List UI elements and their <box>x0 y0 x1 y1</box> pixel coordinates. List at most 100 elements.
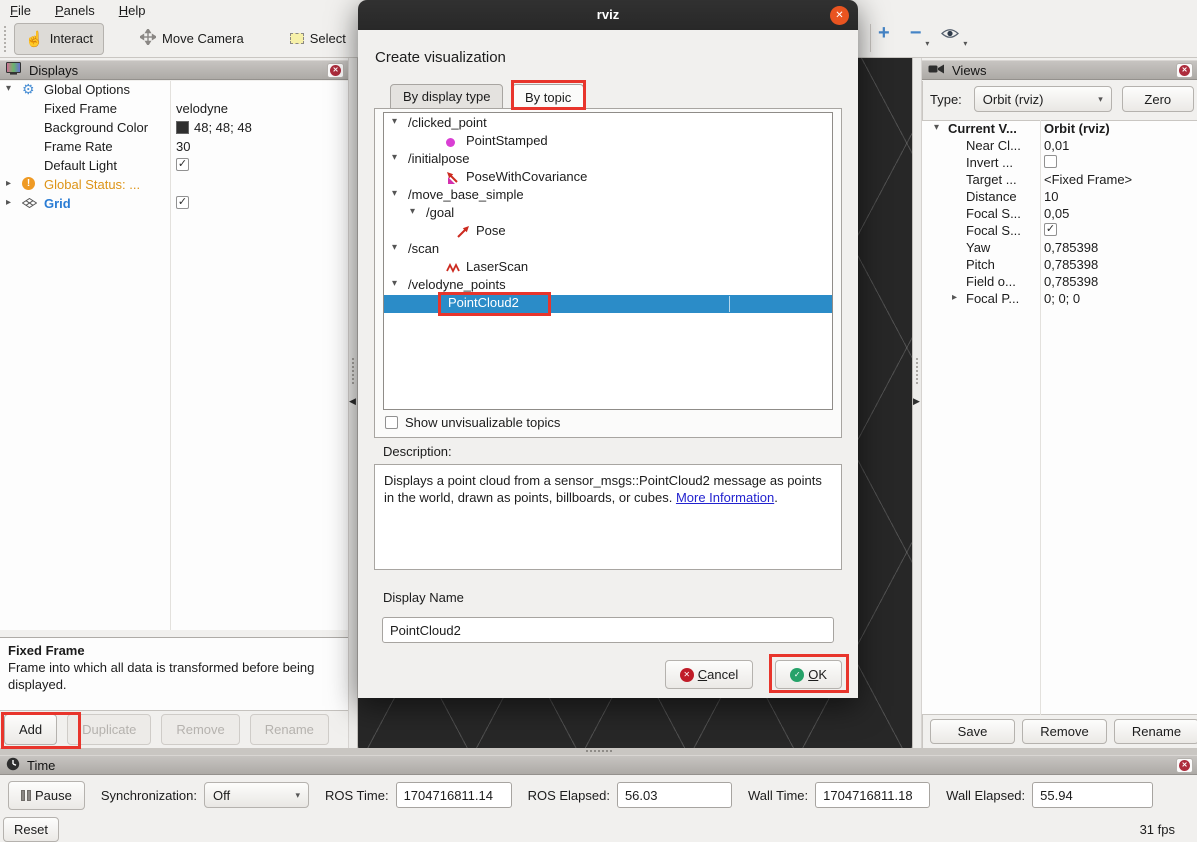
views-row-focal-p-[interactable]: ▸Focal P...0; 0; 0 <box>922 291 1197 308</box>
property-value[interactable]: <Fixed Frame> <box>1044 172 1132 187</box>
displays-row-default-light[interactable]: Default Light <box>0 157 348 176</box>
tab-by-topic[interactable]: By topic <box>512 84 584 110</box>
property-value[interactable]: 0,785398 <box>1044 257 1098 272</box>
views-row-invert-[interactable]: Invert ... <box>922 155 1197 172</box>
checkbox[interactable] <box>1044 223 1057 236</box>
property-value[interactable]: 30 <box>176 139 190 154</box>
remove-view-button[interactable]: Remove <box>1022 719 1107 744</box>
property-value[interactable] <box>1044 223 1057 236</box>
add-button[interactable]: Add <box>4 714 57 745</box>
views-row-current-v-[interactable]: ▾Current V...Orbit (rviz) <box>922 121 1197 138</box>
menu-help[interactable]: Help <box>119 3 146 18</box>
collapse-right-icon[interactable]: ▶ <box>913 396 920 407</box>
time-field-input[interactable]: 56.03 <box>617 782 732 808</box>
topic-row--move-base-simple[interactable]: ▾/move_base_simple <box>384 187 832 205</box>
sync-select[interactable]: Off ▾ <box>204 782 309 808</box>
expander-open-icon[interactable]: ▾ <box>392 152 397 163</box>
displays-row-background-color[interactable]: Background Color48; 48; 48 <box>0 119 348 138</box>
chevron-down-icon[interactable]: ▾ <box>963 39 967 48</box>
expander-closed-icon[interactable]: ▸ <box>6 178 11 189</box>
time-field-input[interactable]: 1704716811.14 <box>396 782 512 808</box>
dialog-close-button[interactable]: ✕ <box>830 6 849 25</box>
toolbar-eye-button[interactable]: ▾ <box>941 27 959 42</box>
topic-row--initialpose[interactable]: ▾/initialpose <box>384 151 832 169</box>
property-value[interactable]: 0,01 <box>1044 138 1069 153</box>
splitter-handle[interactable] <box>352 358 354 384</box>
expander-open-icon[interactable]: ▾ <box>392 188 397 199</box>
toolbar-drag-handle[interactable] <box>4 26 8 52</box>
property-value[interactable]: 10 <box>1044 189 1058 204</box>
displays-row-frame-rate[interactable]: Frame Rate30 <box>0 138 348 157</box>
views-row-yaw[interactable]: Yaw0,785398 <box>922 240 1197 257</box>
topic-row-laserscan[interactable]: LaserScan <box>384 259 832 277</box>
splitter-handle[interactable] <box>586 750 612 752</box>
displays-row-global-status-[interactable]: ▸!Global Status: ... <box>0 176 348 195</box>
toolbar-minus-button[interactable]: −▾ <box>910 26 922 42</box>
views-row-pitch[interactable]: Pitch0,785398 <box>922 257 1197 274</box>
views-row-near-cl-[interactable]: Near Cl...0,01 <box>922 138 1197 155</box>
property-value[interactable] <box>1044 155 1057 168</box>
expander-open-icon[interactable]: ▾ <box>6 83 11 94</box>
more-information-link[interactable]: More Information <box>676 490 774 505</box>
topic-row--clicked-point[interactable]: ▾/clicked_point <box>384 115 832 133</box>
chevron-down-icon[interactable]: ▾ <box>925 39 929 48</box>
property-value[interactable]: 0,05 <box>1044 206 1069 221</box>
displays-close-button[interactable]: ✕ <box>327 63 344 78</box>
topic-row-pointcloud2[interactable]: PointCloud2 <box>384 295 832 313</box>
time-field-input[interactable]: 55.94 <box>1032 782 1153 808</box>
views-row-focal-s-[interactable]: Focal S...0,05 <box>922 206 1197 223</box>
time-field-input[interactable]: 1704716811.18 <box>815 782 930 808</box>
views-row-target-[interactable]: Target ...<Fixed Frame> <box>922 172 1197 189</box>
property-value[interactable]: Orbit (rviz) <box>1044 121 1110 136</box>
property-value[interactable] <box>176 196 189 209</box>
topic-row-pose[interactable]: Pose <box>384 223 832 241</box>
displays-column-divider[interactable] <box>170 81 171 630</box>
views-close-button[interactable]: ✕ <box>1176 63 1193 78</box>
bottom-splitter[interactable] <box>0 748 1197 755</box>
pause-button[interactable]: Pause <box>8 781 85 810</box>
expander-open-icon[interactable]: ▾ <box>934 122 939 133</box>
views-row-distance[interactable]: Distance10 <box>922 189 1197 206</box>
displays-row-fixed-frame[interactable]: Fixed Framevelodyne <box>0 100 348 119</box>
expander-open-icon[interactable]: ▾ <box>392 278 397 289</box>
property-value[interactable]: 0; 0; 0 <box>1044 291 1080 306</box>
topic-row-pointstamped[interactable]: PointStamped <box>384 133 832 151</box>
expander-closed-icon[interactable]: ▸ <box>6 197 11 208</box>
topic-row--scan[interactable]: ▾/scan <box>384 241 832 259</box>
checkbox[interactable] <box>176 196 189 209</box>
tab-by-display-type[interactable]: By display type <box>390 84 503 109</box>
expander-open-icon[interactable]: ▾ <box>392 242 397 253</box>
topic-row--goal[interactable]: ▾/goal <box>384 205 832 223</box>
views-row-focal-s-[interactable]: Focal S... <box>922 223 1197 240</box>
dialog-titlebar[interactable]: rviz ✕ <box>358 0 858 30</box>
left-panel-splitter[interactable]: ◀ <box>348 58 358 748</box>
display-name-input[interactable]: PointCloud2 <box>382 617 834 643</box>
topic-row--velodyne-points[interactable]: ▾/velodyne_points <box>384 277 832 295</box>
tool-move-camera[interactable]: Move Camera <box>130 23 254 54</box>
rename-view-button[interactable]: Rename <box>1114 719 1197 744</box>
views-column-divider[interactable] <box>1040 120 1041 715</box>
displays-row-global-options[interactable]: ▾⚙Global Options <box>0 81 348 100</box>
cancel-button[interactable]: ✕Cancel <box>665 660 753 689</box>
displays-row-grid[interactable]: ▸Grid <box>0 195 348 214</box>
topic-row-posewithcovariance[interactable]: PoseWithCovariance <box>384 169 832 187</box>
right-panel-splitter[interactable]: ▶ <box>912 58 922 748</box>
menu-file[interactable]: File <box>10 3 31 18</box>
tool-interact[interactable]: ☝Interact <box>14 23 104 55</box>
time-close-button[interactable]: ✕ <box>1176 758 1193 773</box>
checkbox[interactable] <box>1044 155 1057 168</box>
zero-button[interactable]: Zero <box>1122 86 1194 112</box>
checkbox[interactable] <box>176 158 189 171</box>
views-row-field-o-[interactable]: Field o...0,785398 <box>922 274 1197 291</box>
toolbar-plus-button[interactable]: + <box>878 26 890 42</box>
expander-open-icon[interactable]: ▾ <box>392 116 397 127</box>
menu-panels[interactable]: Panels <box>55 3 95 18</box>
ok-button[interactable]: ✓OK <box>775 660 842 689</box>
property-value[interactable]: 0,785398 <box>1044 240 1098 255</box>
reset-button[interactable]: Reset <box>3 817 59 842</box>
tool-select[interactable]: Select <box>280 25 356 52</box>
splitter-handle[interactable] <box>916 358 918 384</box>
expander-closed-icon[interactable]: ▸ <box>952 292 957 303</box>
save-view-button[interactable]: Save <box>930 719 1015 744</box>
expander-open-icon[interactable]: ▾ <box>410 206 415 217</box>
